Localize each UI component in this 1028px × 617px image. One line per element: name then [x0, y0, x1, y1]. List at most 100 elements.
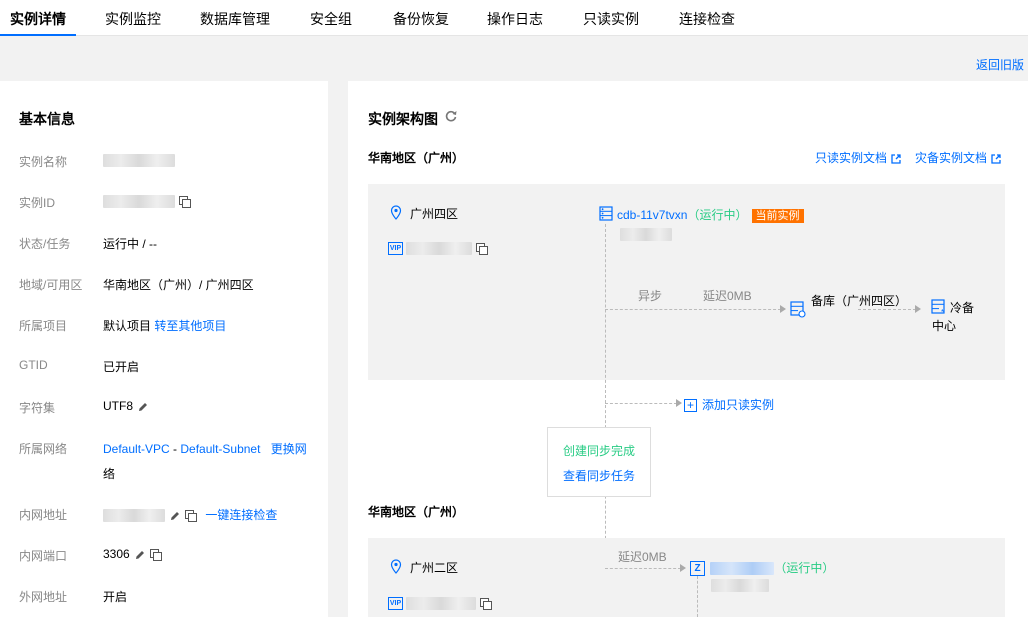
- disaster-doc-link[interactable]: 灾备实例文档: [915, 149, 1001, 166]
- arrow-head: [780, 305, 786, 313]
- back-to-old-version-link[interactable]: 返回旧版: [976, 56, 1024, 73]
- location-pin-icon: [390, 559, 402, 574]
- arrow-head: [676, 399, 682, 407]
- tab-readonly-instance[interactable]: 只读实例: [574, 0, 648, 36]
- tab-operation-log[interactable]: 操作日志: [478, 0, 552, 36]
- private-address-value: 一键连接检查: [103, 506, 277, 523]
- subnet-link[interactable]: Default-Subnet: [180, 442, 260, 456]
- charset-text: UTF8: [103, 399, 133, 413]
- add-readonly-button[interactable]: + 添加只读实例: [684, 396, 774, 413]
- basic-info-panel: 基本信息 实例名称 实例ID 状态/任务 运行中 / -- 地域/可用区 华南地…: [0, 81, 328, 617]
- refresh-icon[interactable]: [444, 109, 458, 123]
- architecture-panel: 实例架构图 华南地区（广州） 只读实例文档 灾备实例文档 广州四区 VIP cd…: [348, 81, 1028, 617]
- copy-icon[interactable]: [480, 598, 493, 611]
- region-title-2: 华南地区（广州）: [368, 505, 465, 519]
- copy-icon[interactable]: [179, 196, 191, 209]
- disaster-instance-status: （运行中）: [774, 561, 835, 575]
- region-title-1: 华南地区（广州）: [368, 151, 465, 165]
- instance-id-link[interactable]: cdb-11v7tvxn: [617, 208, 687, 222]
- status-label: 状态/任务: [19, 237, 71, 251]
- redacted-value: [103, 154, 175, 168]
- instance-name-label: 实例名称: [19, 155, 68, 169]
- cold-backup-icon: *: [931, 299, 945, 316]
- row-network: 所属网络 Default-VPC - Default-Subnet 更换网 络: [19, 440, 319, 482]
- status-value: 运行中 / --: [103, 237, 157, 251]
- readonly-doc-text: 只读实例文档: [815, 151, 888, 165]
- zone-name-1: 广州四区: [410, 207, 459, 221]
- location-pin-icon: [390, 205, 402, 220]
- gtid-label: GTID: [19, 358, 48, 372]
- main-connector-line: [605, 224, 606, 569]
- tab-backup-restore[interactable]: 备份恢复: [384, 0, 458, 36]
- arrow-head: [915, 305, 921, 313]
- tab-connection-check[interactable]: 连接检查: [670, 0, 744, 36]
- redacted-value: [103, 509, 165, 523]
- vip-row-2: VIP: [388, 596, 493, 611]
- external-link-icon: [891, 154, 901, 164]
- async-label: 异步: [638, 289, 663, 303]
- backup-connector-line: [605, 309, 781, 310]
- backup-label: 备库（广州四区）: [811, 294, 908, 308]
- copy-icon[interactable]: [185, 510, 197, 523]
- charset-value: UTF8: [103, 399, 149, 413]
- tab-instance-detail[interactable]: 实例详情: [0, 0, 76, 36]
- redacted-value: [711, 579, 769, 593]
- project-name: 默认项目: [103, 319, 152, 333]
- instance-name-value: [103, 153, 175, 168]
- redacted-value: [620, 228, 672, 242]
- instance-status: （运行中）: [687, 208, 748, 222]
- redacted-value: [103, 195, 175, 209]
- edit-icon[interactable]: [137, 401, 149, 413]
- disaster-doc-text: 灾备实例文档: [915, 151, 988, 165]
- cold-connector-line: [858, 309, 916, 310]
- port-text: 3306: [103, 547, 130, 561]
- sync-status-box: 创建同步完成 查看同步任务: [547, 427, 651, 497]
- tab-database-manage[interactable]: 数据库管理: [190, 0, 280, 36]
- current-instance-badge: 当前实例: [751, 208, 804, 223]
- redacted-value: [406, 242, 473, 256]
- copy-icon[interactable]: [476, 243, 489, 256]
- readonly-connector-line: [605, 403, 677, 404]
- architecture-title: 实例架构图: [368, 111, 438, 127]
- add-readonly-text: 添加只读实例: [702, 398, 775, 412]
- disaster-connector-line: [605, 568, 681, 569]
- copy-icon[interactable]: [149, 549, 162, 562]
- edit-icon[interactable]: [134, 549, 146, 561]
- svg-text:*: *: [941, 308, 944, 316]
- current-instance-row: cdb-11v7tvxn（运行中） 当前实例: [617, 206, 804, 223]
- enable-public-link[interactable]: 开启: [103, 588, 127, 605]
- transfer-project-link[interactable]: 转至其他项目: [154, 319, 226, 333]
- tab-security-group[interactable]: 安全组: [300, 0, 362, 36]
- readonly-doc-link[interactable]: 只读实例文档: [815, 149, 901, 166]
- disaster-sub-row: [711, 578, 769, 593]
- region-label: 地域/可用区: [19, 278, 83, 292]
- public-address-label: 外网地址: [19, 590, 68, 604]
- gtid-value: 已开启: [103, 360, 140, 374]
- sync-done-link[interactable]: 创建同步完成: [563, 442, 635, 459]
- tab-instance-monitor[interactable]: 实例监控: [96, 0, 170, 36]
- disaster-instance-row: Z （运行中）: [690, 559, 835, 577]
- change-network-link-wrap[interactable]: 络: [103, 465, 115, 482]
- private-port-value: 3306: [103, 547, 162, 562]
- vpc-link[interactable]: Default-VPC: [103, 442, 170, 456]
- vip-icon: VIP: [388, 597, 403, 611]
- backup-db-icon: [790, 301, 806, 318]
- tab-bar: 实例详情 实例监控 数据库管理 安全组 备份恢复 操作日志 只读实例 连接检查: [0, 0, 1028, 36]
- disaster-instance-icon: Z: [690, 561, 705, 577]
- network-label: 所属网络: [19, 442, 68, 456]
- external-link-icon: [991, 154, 1001, 164]
- private-port-label: 内网端口: [19, 549, 68, 563]
- instance-id-label: 实例ID: [19, 196, 56, 210]
- arrow-head: [680, 564, 686, 572]
- edit-icon[interactable]: [169, 510, 181, 522]
- view-sync-task-link[interactable]: 查看同步任务: [563, 467, 635, 484]
- delay-label-2: 延迟0MB: [618, 550, 667, 564]
- region-value: 华南地区（广州）/ 广州四区: [103, 278, 254, 292]
- private-address-label: 内网地址: [19, 508, 68, 522]
- vip-row-1: VIP: [388, 241, 489, 256]
- connection-check-link[interactable]: 一键连接检查: [205, 508, 277, 522]
- charset-label: 字符集: [19, 401, 56, 415]
- network-separator: -: [169, 442, 181, 456]
- redacted-instance-link[interactable]: [710, 562, 775, 576]
- change-network-link[interactable]: 更换网: [271, 442, 307, 456]
